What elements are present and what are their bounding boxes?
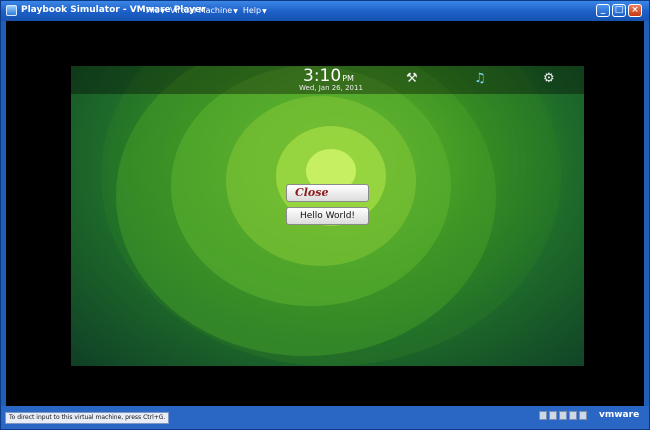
title-bar[interactable]: Playbook Simulator - VMware Player File▼… [1,1,649,21]
minimize-button[interactable]: _ [596,4,610,17]
close-button[interactable]: Close [286,184,369,202]
music-note-icon[interactable]: ♫ [474,71,486,86]
vmware-app-icon [6,5,17,16]
device-icon[interactable] [549,411,557,420]
device-icon[interactable] [569,411,577,420]
vm-screen[interactable]: 3:10PM Wed, Jan 26, 2011 ⚒ ♫ ⚙ Close Hel… [6,21,644,406]
gear-icon[interactable]: ⚙ [543,71,555,86]
chevron-down-icon: ▼ [233,8,238,15]
chevron-down-icon: ▼ [160,8,166,15]
vmware-window: Playbook Simulator - VMware Player File▼… [0,0,650,430]
menu-file[interactable]: File▼ [146,6,165,15]
hello-world-button[interactable]: Hello World! [286,207,369,225]
menu-help[interactable]: Help▼ [243,6,267,15]
chevron-down-icon: ▼ [262,8,267,15]
playbook-display[interactable]: 3:10PM Wed, Jan 26, 2011 ⚒ ♫ ⚙ Close Hel… [71,66,584,366]
date-label: Wed, Jan 26, 2011 [299,84,363,92]
hammer-icon[interactable]: ⚒ [406,71,418,86]
device-icon[interactable] [579,411,587,420]
close-window-button[interactable]: × [628,4,642,17]
clock: 3:10PM [303,66,354,86]
vmware-logo: vmware [599,410,640,420]
status-bar: To direct input to this virtual machine,… [1,406,649,429]
device-icon[interactable] [559,411,567,420]
menu-bar: File▼ Virtual Machine▼ Help▼ [146,6,267,15]
tablet-status-bar: 3:10PM Wed, Jan 26, 2011 ⚒ ♫ ⚙ [71,66,584,94]
device-icon[interactable] [539,411,547,420]
menu-virtual-machine[interactable]: Virtual Machine▼ [170,6,238,15]
maximize-button[interactable]: □ [612,4,626,17]
input-hint: To direct input to this virtual machine,… [5,412,170,424]
